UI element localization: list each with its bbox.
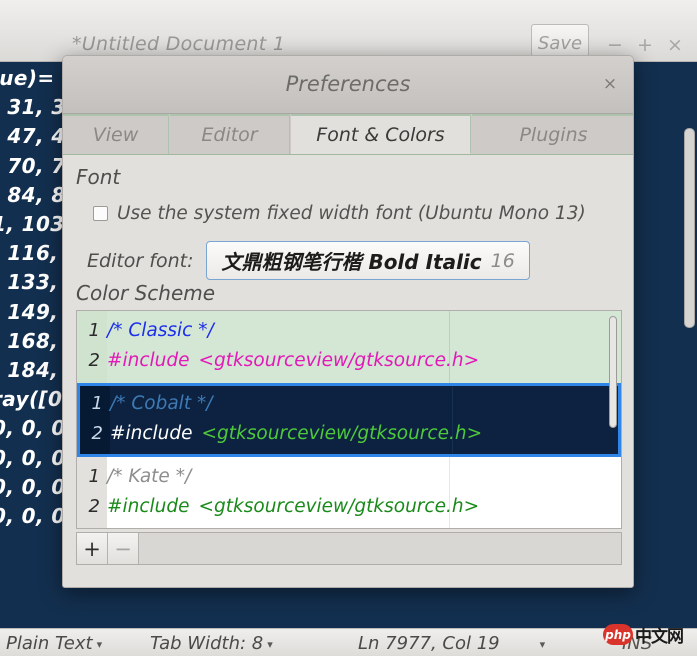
preferences-dialog: Preferences × View Editor Font & Colors … (62, 55, 634, 588)
scheme-line-2: 2 #include <gtksourceview/gtksource.h> (77, 491, 621, 521)
list-item[interactable]: 1 /* Cobalt */ 2 #include <gtksourceview… (77, 383, 621, 457)
chevron-down-icon[interactable]: ▾ (540, 638, 546, 651)
scheme-path-text: <gtksourceview/gtksource.h> (199, 496, 480, 517)
scheme-line-1: 1 /* Classic */ (77, 315, 621, 345)
tab-editor-label: Editor (201, 124, 257, 146)
line-number: 2 (77, 496, 107, 517)
minimize-icon[interactable]: − (604, 34, 626, 56)
use-system-font-row[interactable]: Use the system fixed width font (Ubuntu … (93, 203, 586, 224)
scheme-line-1: 1 /* Cobalt */ (80, 388, 618, 418)
tab-plugins-label: Plugins (519, 124, 587, 146)
chevron-down-icon: ▾ (267, 638, 273, 651)
scheme-line-2: 2 #include <gtksourceview/gtksource.h> (77, 345, 621, 375)
line-number: 2 (77, 350, 107, 371)
scheme-comment-text: /* Kate */ (107, 466, 191, 487)
use-system-font-label: Use the system fixed width font (Ubuntu … (117, 203, 586, 224)
list-item[interactable]: 1 /* Kate */ 2 #include <gtksourceview/g… (77, 457, 621, 529)
scheme-comment-text: /* Classic */ (107, 320, 214, 341)
scheme-directive-text: #include (107, 496, 190, 517)
chevron-down-icon: ▾ (97, 638, 103, 651)
cursor-position: Ln 7977, Col 19 ▾ (358, 633, 545, 654)
watermark: php 中文网 (603, 622, 683, 647)
document-title: *Untitled Document 1 (72, 33, 285, 55)
add-scheme-button[interactable]: + (77, 533, 108, 564)
watermark-text: 中文网 (635, 622, 683, 647)
language-selector[interactable]: Plain Text ▾ (6, 633, 102, 654)
tab-width-selector[interactable]: Tab Width: 8 ▾ (150, 633, 273, 654)
tab-font-and-colors-label: Font & Colors (316, 124, 444, 146)
scheme-list-scrollbar-thumb[interactable] (609, 316, 617, 428)
scheme-list-scrollbar[interactable] (608, 312, 620, 528)
color-scheme-toolbar: + − (76, 532, 622, 565)
tab-font-and-colors[interactable]: Font & Colors (291, 114, 471, 154)
close-icon[interactable]: × (664, 34, 686, 56)
line-number: 1 (77, 466, 107, 487)
tab-width-label: Tab Width: 8 (150, 633, 263, 654)
line-number: 1 (80, 393, 110, 414)
status-bar: Plain Text ▾ Tab Width: 8 ▾ Ln 7977, Col 1… (0, 628, 697, 656)
tab-view[interactable]: View (63, 114, 169, 154)
scheme-directive-text: #include (110, 423, 193, 444)
php-logo-icon: php (603, 624, 633, 645)
font-section-title: Font (76, 165, 120, 189)
tab-editor[interactable]: Editor (170, 114, 290, 154)
editor-font-name: 文鼎粗钢笔行楷 Bold Italic (221, 246, 481, 275)
maximize-icon[interactable]: + (634, 34, 656, 56)
scheme-preview: 1 /* Kate */ 2 #include <gtksourceview/g… (77, 457, 621, 529)
tab-plugins[interactable]: Plugins (472, 114, 634, 154)
editor-font-size: 16 (491, 250, 515, 272)
editor-vertical-scrollbar[interactable] (684, 128, 695, 328)
editor-font-label: Editor font: (87, 250, 193, 272)
cursor-position-label: Ln 7977, Col 19 (358, 633, 500, 654)
remove-scheme-button[interactable]: − (108, 533, 139, 564)
dialog-close-icon[interactable]: × (599, 73, 621, 95)
scheme-line-1: 1 /* Kate */ (77, 461, 621, 491)
editor-font-row: Editor font: 文鼎粗钢笔行楷 Bold Italic 16 (87, 241, 530, 280)
scheme-preview: 1 /* Cobalt */ 2 #include <gtksourceview… (80, 386, 618, 454)
window-titlebar: *Untitled Document 1 Save − + × (0, 0, 697, 62)
dialog-titlebar: Preferences × (63, 56, 633, 114)
scheme-path-text: <gtksourceview/gtksource.h> (199, 350, 480, 371)
list-item[interactable]: 1 /* Classic */ 2 #include <gtksourcevie… (77, 311, 621, 383)
scheme-path-text: <gtksourceview/gtksource.h> (202, 423, 483, 444)
color-scheme-section-title: Color Scheme (76, 281, 215, 305)
language-label: Plain Text (6, 633, 93, 654)
scheme-line-2: 2 #include <gtksourceview/gtksource.h> (80, 418, 618, 448)
scheme-directive-text: #include (107, 350, 190, 371)
line-number: 2 (80, 423, 110, 444)
scheme-comment-text: /* Cobalt */ (110, 393, 212, 414)
use-system-font-checkbox[interactable] (93, 206, 108, 221)
editor-font-button[interactable]: 文鼎粗钢笔行楷 Bold Italic 16 (206, 241, 529, 280)
scheme-preview: 1 /* Classic */ 2 #include <gtksourcevie… (77, 311, 621, 383)
color-scheme-list[interactable]: 1 /* Classic */ 2 #include <gtksourcevie… (76, 310, 622, 529)
tab-view-label: View (93, 124, 139, 146)
preferences-tabbar: View Editor Font & Colors Plugins (63, 114, 633, 155)
font-and-colors-panel: Font Use the system fixed width font (Ub… (63, 155, 633, 588)
line-number: 1 (77, 320, 107, 341)
dialog-title: Preferences (63, 72, 633, 96)
